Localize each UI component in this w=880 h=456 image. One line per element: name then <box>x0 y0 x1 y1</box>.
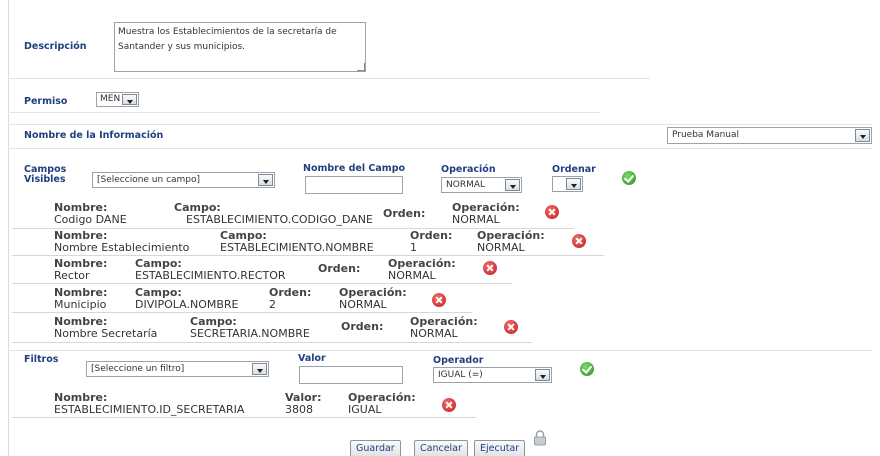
permiso-select[interactable]: MEN <box>96 92 139 107</box>
operacion-select-value: NORMAL <box>446 180 486 190</box>
row-campo-value: DIVIPOLA.NOMBRE <box>135 298 239 311</box>
row-operacion-value: NORMAL <box>388 269 436 282</box>
remove-x-icon[interactable] <box>432 293 446 307</box>
divider <box>10 112 600 113</box>
descripcion-label: Descripción <box>24 41 87 52</box>
nombre-informacion-select[interactable]: Prueba Manual <box>667 127 872 144</box>
divider <box>10 78 650 79</box>
campo-row: Nombre: Nombre Establecimiento Campo: ES… <box>12 229 604 256</box>
operador-select[interactable]: IGUAL (=) <box>433 367 552 383</box>
campo-row: Nombre: Nombre Secretaría Campo: SECRETA… <box>12 313 532 343</box>
row-nombre-value: Codigo DANE <box>54 213 127 226</box>
campo-row: Nombre: Municipio Campo: DIVIPOLA.NOMBRE… <box>12 284 472 313</box>
lock-icon <box>534 430 546 446</box>
divider <box>10 148 872 149</box>
row-operacion-value: NORMAL <box>410 327 458 340</box>
filtro-select[interactable]: [Seleccione un filtro] <box>86 361 269 377</box>
ejecutar-button[interactable]: Ejecutar <box>474 440 526 456</box>
row-orden-label: Orden: <box>318 262 361 275</box>
row-orden-value: 2 <box>269 298 276 311</box>
row-nombre-value: Nombre Secretaría <box>54 327 158 340</box>
campos-visibles-label: Campos Visibles <box>24 165 66 185</box>
remove-x-icon[interactable] <box>442 398 456 412</box>
operacion-select[interactable]: NORMAL <box>441 177 522 193</box>
operacion-label: Operación <box>441 164 496 175</box>
remove-x-icon[interactable] <box>572 234 586 248</box>
row-operacion-value: IGUAL <box>348 403 382 416</box>
row-orden-label: Orden: <box>341 320 384 333</box>
divider <box>10 350 872 351</box>
nombre-campo-input[interactable] <box>305 176 403 194</box>
resize-handle-icon[interactable] <box>357 63 365 71</box>
row-campo-value: ESTABLECIMIENTO.CODIGO_DANE <box>186 213 373 226</box>
divider <box>10 124 872 125</box>
remove-x-icon[interactable] <box>483 261 497 275</box>
check-ok-icon[interactable] <box>622 171 636 185</box>
remove-x-icon[interactable] <box>545 205 559 219</box>
nombre-informacion-value: Prueba Manual <box>672 130 740 140</box>
valor-input[interactable] <box>299 366 403 384</box>
permiso-label: Permiso <box>24 96 68 107</box>
row-campo-value: ESTABLECIMIENTO.RECTOR <box>135 269 286 282</box>
check-ok-icon[interactable] <box>580 362 594 376</box>
row-operacion-value: NORMAL <box>477 241 525 254</box>
campos-label-line2: Visibles <box>24 174 66 185</box>
cancelar-button[interactable]: Cancelar <box>414 440 468 456</box>
operador-select-value: IGUAL (=) <box>438 370 483 380</box>
ordenar-select[interactable] <box>552 176 583 192</box>
nombre-informacion-label: Nombre de la Información <box>24 130 164 141</box>
chevron-down-icon <box>855 129 870 142</box>
chevron-down-icon <box>252 363 267 375</box>
row-operacion-value: NORMAL <box>452 213 500 226</box>
operador-label: Operador <box>433 355 484 366</box>
chevron-down-icon <box>258 174 273 186</box>
chevron-down-icon <box>505 179 520 191</box>
chevron-down-icon <box>122 94 137 105</box>
row-orden-value: 1 <box>410 241 417 254</box>
nombre-campo-label: Nombre del Campo <box>303 163 406 174</box>
campo-row: Nombre: Rector Campo: ESTABLECIMIENTO.RE… <box>12 256 512 284</box>
campo-select[interactable]: [Seleccione un campo] <box>92 172 275 188</box>
filtro-select-value: [Seleccione un filtro] <box>91 364 185 374</box>
row-nombre-value: Municipio <box>54 298 107 311</box>
row-orden-label: Orden: <box>383 207 426 220</box>
descripcion-textarea[interactable]: Muestra los Establecimientos de la secre… <box>114 22 366 72</box>
row-valor-value: 3808 <box>285 403 313 416</box>
ordenar-label: Ordenar <box>552 164 596 175</box>
filtros-label: Filtros <box>24 354 59 365</box>
row-campo-value: ESTABLECIMIENTO.NOMBRE <box>220 241 374 254</box>
left-border <box>8 0 9 456</box>
row-operacion-value: NORMAL <box>339 298 387 311</box>
chevron-down-icon <box>535 369 550 381</box>
row-nombre-value: Rector <box>54 269 90 282</box>
row-nombre-value: Nombre Establecimiento <box>54 241 190 254</box>
guardar-button[interactable]: Guardar <box>350 440 401 456</box>
campo-select-value: [Seleccione un campo] <box>97 175 201 185</box>
remove-x-icon[interactable] <box>504 320 518 334</box>
campo-row: Nombre: Codigo DANE Campo: ESTABLECIMIEN… <box>12 197 574 229</box>
valor-label: Valor <box>298 353 326 364</box>
row-nombre-value: ESTABLECIMIENTO.ID_SECRETARIA <box>54 403 245 416</box>
row-campo-value: SECRETARIA.NOMBRE <box>190 327 310 340</box>
permiso-value: MEN <box>100 94 121 104</box>
chevron-down-icon <box>566 178 581 190</box>
filtro-row: Nombre: ESTABLECIMIENTO.ID_SECRETARIA Va… <box>12 390 476 418</box>
